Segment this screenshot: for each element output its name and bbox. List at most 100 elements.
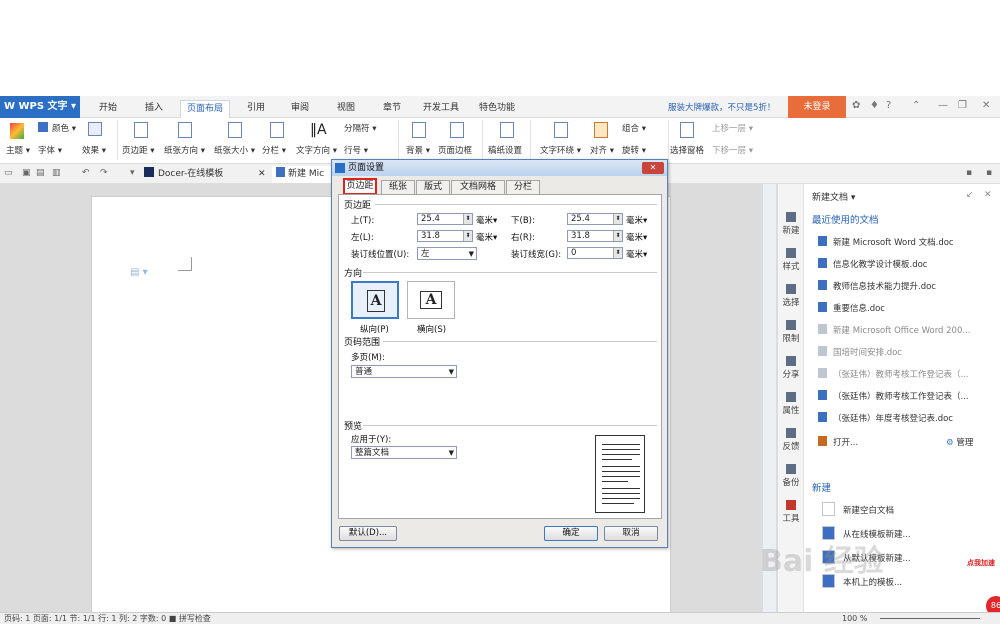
font-button[interactable]: 字体 ▾: [38, 144, 62, 156]
recent-doc-item[interactable]: 信息化教学设计模板.doc: [818, 258, 927, 270]
select-pane-button[interactable]: 选择窗格: [670, 144, 704, 156]
spin-arrows-icon[interactable]: ⬍: [463, 214, 472, 224]
side-restrict-button[interactable]: 限制: [778, 320, 804, 344]
recent-doc-item[interactable]: 重要信息.doc: [818, 302, 885, 314]
unit-select[interactable]: 毫米▾: [476, 214, 497, 226]
tab-insert[interactable]: 插入: [138, 100, 170, 118]
multi-page-select[interactable]: 普通 ▼: [351, 365, 457, 378]
theme-icon[interactable]: [10, 123, 24, 139]
tab-start[interactable]: 开始: [92, 100, 124, 118]
unit-select[interactable]: 毫米▾: [476, 231, 497, 243]
redo-icon[interactable]: ↷: [100, 168, 108, 178]
margins-button[interactable]: 页边距 ▾: [122, 144, 154, 156]
minimize-icon[interactable]: —: [938, 100, 948, 111]
login-button[interactable]: 未登录: [788, 96, 846, 118]
line-number-button[interactable]: 行号 ▾: [344, 144, 368, 156]
landscape-option[interactable]: A: [407, 281, 455, 319]
undo-icon[interactable]: ↶: [82, 168, 90, 178]
tab-reference[interactable]: 引用: [240, 100, 272, 118]
theme-button[interactable]: 主题 ▾: [6, 144, 30, 156]
shirt-icon[interactable]: ♦: [870, 100, 879, 111]
docer-tab-close-icon[interactable]: ✕: [258, 166, 266, 183]
open-file-item[interactable]: 打开...: [818, 436, 858, 448]
close-icon[interactable]: ✕: [982, 100, 990, 111]
side-backup-button[interactable]: 备份: [778, 464, 804, 488]
cancel-button[interactable]: 取消: [604, 526, 658, 541]
tab-developer[interactable]: 开发工具: [418, 100, 464, 118]
tab-special[interactable]: 特色功能: [474, 100, 520, 118]
tab-layout[interactable]: 版式: [416, 180, 450, 194]
page-border-button[interactable]: 页面边框: [438, 144, 472, 156]
recent-doc-item[interactable]: 教师信息技术能力提升.doc: [818, 280, 936, 292]
dock-icon[interactable]: ↙: [966, 190, 974, 200]
wrap-button[interactable]: 文字环绕 ▾: [540, 144, 581, 156]
gutter-position-select[interactable]: 左 ▼: [417, 247, 477, 260]
restore-icon[interactable]: ❐: [958, 100, 967, 111]
side-share-button[interactable]: 分享: [778, 356, 804, 380]
paper-setup-button[interactable]: 稿纸设置: [488, 144, 522, 156]
bottom-margin-input[interactable]: 25.4 ⬍: [567, 213, 623, 225]
app-menu-button[interactable]: W WPS 文字 ▾: [0, 96, 80, 118]
save-icon[interactable]: ▣: [22, 168, 31, 178]
tab-view[interactable]: 视图: [330, 100, 362, 118]
recent-doc-item[interactable]: （张廷伟）教师考核工作登记表（...: [818, 390, 969, 402]
dialog-close-button[interactable]: ✕: [642, 162, 664, 174]
tab-columns[interactable]: 分栏: [506, 180, 540, 194]
dialog-title-bar[interactable]: 页面设置 ✕: [332, 160, 667, 176]
apply-to-select[interactable]: 整篇文档 ▼: [351, 446, 457, 459]
tab-page-layout[interactable]: 页面布局: [180, 100, 230, 118]
align-button[interactable]: 对齐 ▾: [590, 144, 614, 156]
recent-doc-item[interactable]: 新建 Microsoft Office Word 200...: [818, 324, 970, 336]
background-button[interactable]: 背景 ▾: [406, 144, 430, 156]
ok-button[interactable]: 确定: [544, 526, 598, 541]
task-pane-header[interactable]: 新建文档 ▾: [812, 190, 855, 203]
open-icon[interactable]: ▭: [4, 168, 13, 178]
bring-forward-button[interactable]: 上移一层 ▾: [712, 122, 753, 134]
recent-doc-item[interactable]: （张廷伟）教师考核工作登记表（...: [818, 368, 969, 380]
right-margin-input[interactable]: 31.8 ⬍: [567, 230, 623, 242]
side-feedback-button[interactable]: 反馈: [778, 428, 804, 452]
portrait-option[interactable]: A: [351, 281, 399, 319]
print-icon[interactable]: ▤: [36, 168, 45, 178]
unit-select[interactable]: 毫米▾: [626, 248, 647, 260]
rotate-button[interactable]: 旋转 ▾: [622, 144, 646, 156]
effect-button[interactable]: 效果 ▾: [82, 144, 106, 156]
group-button[interactable]: 组合 ▾: [622, 122, 646, 134]
collapse-icon[interactable]: ⌃: [912, 100, 920, 111]
paper-size-button[interactable]: 纸张大小 ▾: [214, 144, 255, 156]
default-button[interactable]: 默认(D)...: [339, 526, 397, 541]
spin-arrows-icon[interactable]: ⬍: [463, 231, 472, 241]
spin-arrows-icon[interactable]: ⬍: [613, 248, 622, 258]
columns-button[interactable]: 分栏 ▾: [262, 144, 286, 156]
unit-select[interactable]: 毫米▾: [626, 214, 647, 226]
zoom-slider[interactable]: [880, 618, 980, 619]
spin-arrows-icon[interactable]: ⬍: [613, 231, 622, 241]
left-margin-input[interactable]: 31.8 ⬍: [417, 230, 473, 242]
unit-select[interactable]: 毫米▾: [626, 231, 647, 243]
tab-chapter[interactable]: 章节: [376, 100, 408, 118]
pane-close-icon[interactable]: ✕: [984, 190, 992, 200]
speed-up-promo[interactable]: 点我加速: [967, 558, 995, 568]
spin-arrows-icon[interactable]: ⬍: [613, 214, 622, 224]
recent-doc-item[interactable]: 新建 Microsoft Word 文档.doc: [818, 236, 954, 248]
docer-tab[interactable]: Docer-在线模板: [144, 166, 264, 183]
text-direction-button[interactable]: 文字方向 ▾: [296, 144, 337, 156]
side-new-button[interactable]: 新建: [778, 212, 804, 236]
color-button[interactable]: 颜色 ▾: [52, 122, 76, 134]
side-style-button[interactable]: 样式: [778, 248, 804, 272]
gutter-width-input[interactable]: 0 ⬍: [567, 247, 623, 259]
new-blank-doc-item[interactable]: 新建空白文档: [822, 502, 894, 516]
send-backward-button[interactable]: 下移一层 ▾: [712, 144, 753, 156]
quick-menu-icon[interactable]: ▾: [130, 168, 135, 178]
manage-button[interactable]: ⚙ 管理: [946, 436, 973, 448]
pane-options-icon[interactable]: ▪: [986, 168, 992, 178]
tab-margins[interactable]: 页边距: [343, 178, 377, 195]
preview-icon[interactable]: ▥: [52, 168, 61, 178]
top-margin-input[interactable]: 25.4 ⬍: [417, 213, 473, 225]
promo-link[interactable]: 服装大牌爆款，不只是5折！: [668, 101, 775, 113]
side-select-button[interactable]: 选择: [778, 284, 804, 308]
pane-toggle-icon[interactable]: ▪: [966, 168, 972, 178]
recent-doc-item[interactable]: （张廷伟）年度考核登记表.doc: [818, 412, 953, 424]
tab-review[interactable]: 审阅: [284, 100, 316, 118]
current-doc-tab[interactable]: 新建 Mic: [272, 166, 332, 183]
